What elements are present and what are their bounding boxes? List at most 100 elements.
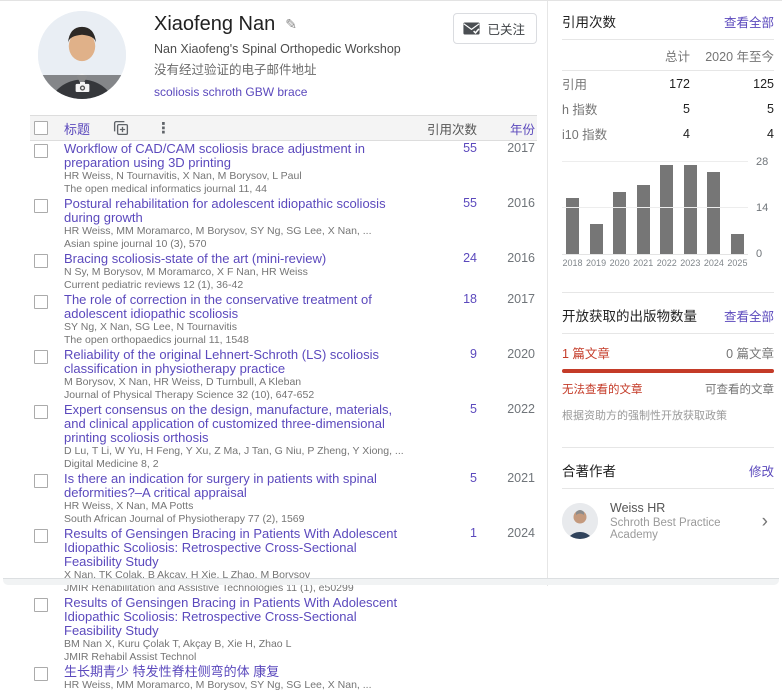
profile-affiliation: Nan Xiaofeng's Spinal Orthopedic Worksho… bbox=[154, 42, 453, 56]
row-checkbox[interactable] bbox=[34, 199, 48, 213]
stat-total-value[interactable]: 172 bbox=[638, 71, 690, 97]
publication-info: Is there an indication for surgery in pa… bbox=[64, 471, 405, 526]
publication-title-link[interactable]: Expert consensus on the design, manufact… bbox=[64, 403, 405, 445]
stat-total-value[interactable]: 5 bbox=[638, 96, 690, 121]
cited-by-count[interactable]: 55 bbox=[405, 141, 477, 155]
cited-by-count[interactable]: 5 bbox=[405, 402, 477, 416]
scholar-profile-page: Xiaofeng Nan ✎ Nan Xiaofeng's Spinal Ort… bbox=[0, 0, 782, 586]
cited-by-count[interactable]: 24 bbox=[405, 251, 477, 265]
citations-view-all-link[interactable]: 查看全部 bbox=[724, 12, 774, 31]
publication-authors: HR Weiss, MM Moramarco, M Borysov, SY Ng… bbox=[64, 225, 405, 238]
cited-by-count[interactable]: 18 bbox=[405, 292, 477, 306]
cited-by-count[interactable]: 1 bbox=[405, 526, 477, 540]
publication-row: Workflow of CAD/CAM scoliosis brace adju… bbox=[30, 141, 537, 196]
articles-unavailable-count[interactable]: 1 篇文章 bbox=[562, 343, 610, 362]
publication-title-link[interactable]: Postural rehabilitation for adolescent i… bbox=[64, 197, 405, 225]
publication-title-link[interactable]: Bracing scoliosis-state of the art (mini… bbox=[64, 252, 405, 266]
profile-info: Xiaofeng Nan ✎ Nan Xiaofeng's Spinal Ort… bbox=[126, 11, 453, 101]
stat-since-value[interactable]: 125 bbox=[690, 71, 774, 97]
row-checkbox[interactable] bbox=[34, 350, 48, 364]
chart-y-tick-label: 0 bbox=[756, 248, 762, 260]
publication-venue: Current pediatric reviews 12 (1), 36-42 bbox=[64, 279, 405, 292]
public-access-note: 根据资助方的强制性开放获取政策 bbox=[562, 407, 774, 423]
publication-year: 2022 bbox=[477, 402, 537, 416]
chart-year-label: 2020 bbox=[609, 258, 630, 268]
publication-year: 2016 bbox=[477, 251, 537, 265]
public-access-panel: 开放获取的出版物数量 查看全部 1 篇文章 0 篇文章 无法查看的文章 可查看的… bbox=[562, 292, 774, 423]
publication-authors: M Borysov, X Nan, HR Weiss, D Turnbull, … bbox=[64, 376, 405, 389]
chart-bar-2022[interactable] bbox=[660, 165, 673, 254]
chart-year-label: 2021 bbox=[633, 258, 654, 268]
citation-stats-table: 总计 2020 年至今 引用172125h 指数55i10 指数44 bbox=[562, 40, 774, 146]
chart-bar-2019[interactable] bbox=[590, 224, 603, 254]
coauthor-entry[interactable]: Weiss HRSchroth Best Practice Academy› bbox=[562, 489, 774, 551]
publication-title-link[interactable]: Is there an indication for surgery in pa… bbox=[64, 472, 405, 500]
row-checkbox[interactable] bbox=[34, 667, 48, 681]
publication-title-link[interactable]: Results of Gensingen Bracing in Patients… bbox=[64, 527, 405, 569]
coauthor-name[interactable]: Weiss HR bbox=[610, 501, 762, 515]
chart-year-label: 2025 bbox=[727, 258, 748, 268]
chart-y-axis: 01428 bbox=[748, 162, 774, 254]
chart-year-label: 2023 bbox=[680, 258, 701, 268]
main-column: Xiaofeng Nan ✎ Nan Xiaofeng's Spinal Ort… bbox=[0, 1, 547, 586]
chart-x-axis: 20182019202020212022202320242025 bbox=[562, 258, 748, 268]
select-all-checkbox[interactable] bbox=[34, 121, 48, 135]
row-checkbox[interactable] bbox=[34, 474, 48, 488]
chart-bar-2021[interactable] bbox=[637, 185, 650, 254]
publication-venue: JMIR Rehabil Assist Technol bbox=[64, 651, 405, 664]
row-checkbox[interactable] bbox=[34, 295, 48, 309]
publication-row: Expert consensus on the design, manufact… bbox=[30, 402, 537, 471]
cited-by-count[interactable]: 9 bbox=[405, 347, 477, 361]
chart-bar-2023[interactable] bbox=[684, 165, 697, 254]
stat-since-value[interactable]: 4 bbox=[690, 121, 774, 146]
stat-since-value[interactable]: 5 bbox=[690, 96, 774, 121]
chart-bar-2025[interactable] bbox=[731, 234, 744, 254]
coauthors-edit-link[interactable]: 修改 bbox=[749, 461, 774, 480]
publication-year: 2021 bbox=[477, 471, 537, 485]
row-checkbox[interactable] bbox=[34, 254, 48, 268]
publication-row: Bracing scoliosis-state of the art (mini… bbox=[30, 251, 537, 292]
edit-profile-icon[interactable]: ✎ bbox=[285, 16, 297, 33]
row-checkbox[interactable] bbox=[34, 405, 48, 419]
more-options-icon[interactable]: ⋮ bbox=[156, 121, 171, 136]
profile-interests-link[interactable]: scoliosis schroth GBW brace bbox=[154, 85, 307, 99]
publication-year: 2020 bbox=[477, 347, 537, 361]
cited-by-count[interactable]: 5 bbox=[405, 471, 477, 485]
sidebar: 引用次数 查看全部 总计 2020 年至今 引用172125h 指数55i10 … bbox=[547, 1, 782, 586]
row-checkbox[interactable] bbox=[34, 598, 48, 612]
merge-icon[interactable] bbox=[112, 119, 130, 137]
email-verification-status: 没有经过验证的电子邮件地址 bbox=[154, 59, 453, 78]
publication-year: 2024 bbox=[477, 526, 537, 540]
sort-by-year-link[interactable]: 年份 bbox=[477, 119, 537, 138]
publication-title-link[interactable]: Results of Gensingen Bracing in Patients… bbox=[64, 596, 405, 638]
public-access-view-all-link[interactable]: 查看全部 bbox=[724, 306, 774, 325]
row-checkbox[interactable] bbox=[34, 144, 48, 158]
stats-row: i10 指数44 bbox=[562, 121, 774, 146]
cited-by-count[interactable]: 55 bbox=[405, 196, 477, 210]
publication-title-link[interactable]: Reliability of the original Lehnert-Schr… bbox=[64, 348, 405, 376]
publication-title-link[interactable]: 生长期青少 特发性脊柱侧弯的体 康复 bbox=[64, 665, 405, 679]
sort-by-citations[interactable]: 引用次数 bbox=[405, 119, 477, 138]
chart-bar-2024[interactable] bbox=[707, 172, 720, 254]
stats-row: h 指数55 bbox=[562, 96, 774, 121]
publication-authors: HR Weiss, MM Moramarco, M Borysov, SY Ng… bbox=[64, 679, 405, 692]
sort-by-title-link[interactable]: 标题 bbox=[64, 119, 90, 138]
publication-venue: Journal of Physical Therapy Science 32 (… bbox=[64, 389, 405, 402]
row-checkbox[interactable] bbox=[34, 529, 48, 543]
articles-available-count: 0 篇文章 bbox=[726, 343, 774, 362]
stat-label: i10 指数 bbox=[562, 121, 638, 146]
publication-info: Results of Gensingen Bracing in Patients… bbox=[64, 595, 405, 664]
publication-title-link[interactable]: The role of correction in the conservati… bbox=[64, 293, 405, 321]
chart-gridline bbox=[562, 161, 748, 162]
publication-info: Expert consensus on the design, manufact… bbox=[64, 402, 405, 471]
profile-photo[interactable] bbox=[38, 11, 126, 99]
follow-email-icon bbox=[463, 22, 480, 35]
stat-total-value[interactable]: 4 bbox=[638, 121, 690, 146]
chart-bar-2020[interactable] bbox=[613, 192, 626, 254]
change-photo-overlay[interactable] bbox=[38, 75, 126, 99]
publication-info: Workflow of CAD/CAM scoliosis brace adju… bbox=[64, 141, 405, 196]
citations-chart: 20182019202020212022202320242025 01428 bbox=[562, 162, 774, 268]
follow-button-label: 已关注 bbox=[487, 19, 525, 38]
follow-button[interactable]: 已关注 bbox=[453, 13, 537, 44]
publication-title-link[interactable]: Workflow of CAD/CAM scoliosis brace adju… bbox=[64, 142, 405, 170]
